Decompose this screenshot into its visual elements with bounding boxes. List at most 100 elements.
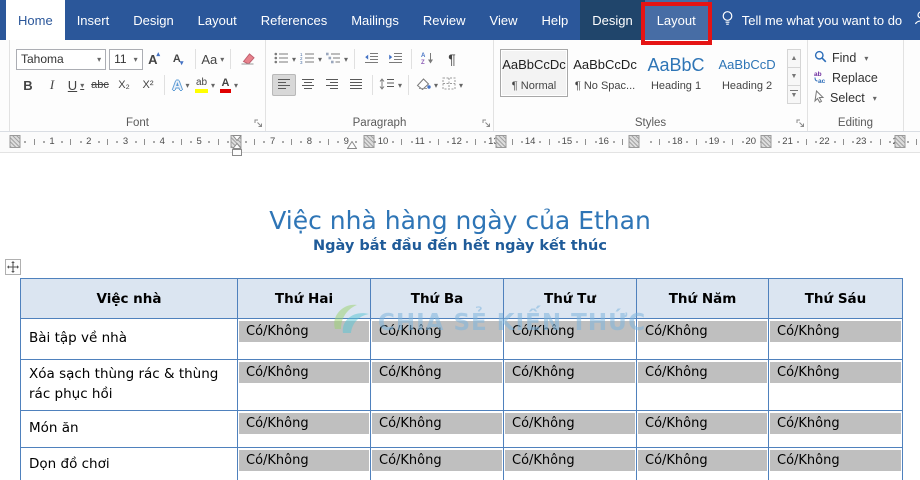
table-move-handle[interactable] [5, 259, 21, 275]
change-case-button[interactable]: Aa ▾ [200, 48, 226, 70]
contextual-tab-design[interactable]: Design [580, 0, 645, 40]
tab-review[interactable]: Review [411, 0, 478, 40]
horizontal-ruler[interactable]: 123457891011121314151618192021222324 [0, 132, 920, 156]
value-cell[interactable]: Có/Không [768, 410, 903, 448]
indent-marker[interactable] [231, 135, 243, 149]
style-card-2[interactable]: AaBbC Heading 1 [642, 49, 710, 97]
value-cell[interactable]: Có/Không [636, 410, 769, 448]
underline-button[interactable]: U ▾ [64, 74, 88, 96]
gallery-scroll-up-button[interactable]: ▲ [787, 49, 801, 68]
value-cell[interactable]: Có/Không [237, 318, 371, 360]
value-cell[interactable]: Có/Không [636, 447, 769, 480]
increase-indent-button[interactable] [383, 48, 407, 70]
form-field-value[interactable]: Có/Không [505, 321, 635, 342]
form-field-value[interactable]: Có/Không [638, 413, 767, 434]
font-dialog-launcher[interactable] [254, 119, 263, 128]
column-header[interactable]: Thứ Năm [636, 278, 769, 319]
align-left-button[interactable] [272, 74, 296, 96]
multilevel-list-button[interactable]: ▾ [324, 48, 350, 70]
column-header[interactable]: Thứ Ba [370, 278, 504, 319]
form-field-value[interactable]: Có/Không [638, 362, 767, 383]
form-field-value[interactable]: Có/Không [770, 321, 901, 342]
document-page[interactable]: Việc nhà hàng ngày của Ethan Ngày bắt đầ… [0, 153, 920, 480]
value-cell[interactable]: Có/Không [768, 447, 903, 480]
tab-design[interactable]: Design [121, 0, 185, 40]
style-card-1[interactable]: AaBbCcDc ¶ No Spac... [571, 49, 639, 97]
column-header[interactable]: Việc nhà [20, 278, 238, 319]
form-field-value[interactable]: Có/Không [770, 450, 901, 471]
form-field-value[interactable]: Có/Không [505, 362, 635, 383]
value-cell[interactable]: Có/Không [370, 359, 504, 411]
form-field-value[interactable]: Có/Không [239, 450, 369, 471]
value-cell[interactable]: Có/Không [636, 318, 769, 360]
value-cell[interactable]: Có/Không [370, 410, 504, 448]
chore-label-cell[interactable]: Xóa sạch thùng rác & thùng rác phục hồi [20, 359, 238, 411]
show-paragraph-marks-button[interactable]: ¶ [440, 48, 464, 70]
italic-button[interactable]: I [40, 74, 64, 96]
grow-font-button[interactable]: A ▴ [143, 48, 167, 70]
clear-formatting-button[interactable] [235, 48, 259, 70]
font-color-button[interactable]: A ▾ [217, 74, 241, 96]
gallery-scroll-down-button[interactable]: ▼ [787, 67, 801, 86]
style-card-3[interactable]: AaBbCcD Heading 2 [713, 49, 781, 97]
bullets-button[interactable]: ▾ [272, 48, 298, 70]
contextual-tab-layout[interactable]: Layout [640, 0, 712, 45]
value-cell[interactable]: Có/Không [237, 447, 371, 480]
value-cell[interactable]: Có/Không [636, 359, 769, 411]
line-spacing-button[interactable]: ▾ [377, 74, 404, 96]
form-field-value[interactable]: Có/Không [505, 413, 635, 434]
document-subtitle[interactable]: Ngày bắt đầu đến hết ngày kết thúc [0, 238, 920, 254]
chore-table[interactable]: Việc nhà Thứ Hai Thứ Ba Thứ Tư Thứ Năm Thứ Sá… [20, 278, 903, 480]
chore-label-cell[interactable]: Dọn đồ chơi [20, 447, 238, 480]
font-size-combo[interactable]: 11 ▾ [109, 48, 143, 70]
column-header[interactable]: Thứ Tư [503, 278, 637, 319]
form-field-value[interactable]: Có/Không [239, 362, 369, 383]
subscript-button[interactable]: X₂ [112, 74, 136, 96]
style-card-0[interactable]: AaBbCcDc ¶ Normal [500, 49, 569, 97]
chore-label-cell[interactable]: Bài tập về nhà [20, 318, 238, 360]
tab-references[interactable]: References [249, 0, 339, 40]
tab-view[interactable]: View [478, 0, 530, 40]
form-field-value[interactable]: Có/Không [770, 413, 901, 434]
value-cell[interactable]: Có/Không [503, 359, 637, 411]
tab-insert[interactable]: Insert [65, 0, 122, 40]
form-field-value[interactable]: Có/Không [505, 450, 635, 471]
document-title[interactable]: Việc nhà hàng ngày của Ethan [0, 206, 920, 235]
value-cell[interactable]: Có/Không [503, 447, 637, 480]
align-right-button[interactable] [320, 74, 344, 96]
form-field-value[interactable]: Có/Không [239, 413, 369, 434]
font-name-combo[interactable]: Tahoma ▾ [16, 48, 107, 70]
tab-help[interactable]: Help [529, 0, 580, 40]
superscript-button[interactable]: X² [136, 74, 160, 96]
tab-layout[interactable]: Layout [186, 0, 249, 40]
form-field-value[interactable]: Có/Không [638, 321, 767, 342]
form-field-value[interactable]: Có/Không [372, 450, 502, 471]
sort-button[interactable]: AZ [416, 48, 440, 70]
select-button[interactable]: Select ▾ [814, 88, 897, 108]
column-header[interactable]: Thứ Hai [237, 278, 371, 319]
gallery-more-button[interactable]: ▼ [787, 85, 801, 104]
tab-home[interactable]: Home [6, 0, 65, 40]
form-field-value[interactable]: Có/Không [770, 362, 901, 383]
form-field-value[interactable]: Có/Không [239, 321, 369, 342]
form-field-value[interactable]: Có/Không [372, 413, 502, 434]
value-cell[interactable]: Có/Không [503, 410, 637, 448]
highlight-button[interactable]: ab ▾ [193, 74, 217, 96]
shading-button[interactable]: ▾ [413, 74, 440, 96]
decrease-indent-button[interactable] [359, 48, 383, 70]
paragraph-dialog-launcher[interactable] [482, 119, 491, 128]
tab-mailings[interactable]: Mailings [339, 0, 411, 40]
form-field-value[interactable]: Có/Không [638, 450, 767, 471]
styles-dialog-launcher[interactable] [796, 119, 805, 128]
justify-button[interactable] [344, 74, 368, 96]
tell-me-box[interactable]: Tell me what you want to do [708, 0, 914, 40]
bold-button[interactable]: B [16, 74, 40, 96]
text-effects-button[interactable]: A ▾ [169, 74, 193, 96]
value-cell[interactable]: Có/Không [768, 318, 903, 360]
align-center-button[interactable] [296, 74, 320, 96]
form-field-value[interactable]: Có/Không [372, 321, 502, 342]
hanging-indent-box[interactable] [232, 149, 242, 156]
borders-button[interactable]: ▾ [440, 74, 465, 96]
value-cell[interactable]: Có/Không [370, 447, 504, 480]
strikethrough-button[interactable]: abc [88, 74, 112, 96]
